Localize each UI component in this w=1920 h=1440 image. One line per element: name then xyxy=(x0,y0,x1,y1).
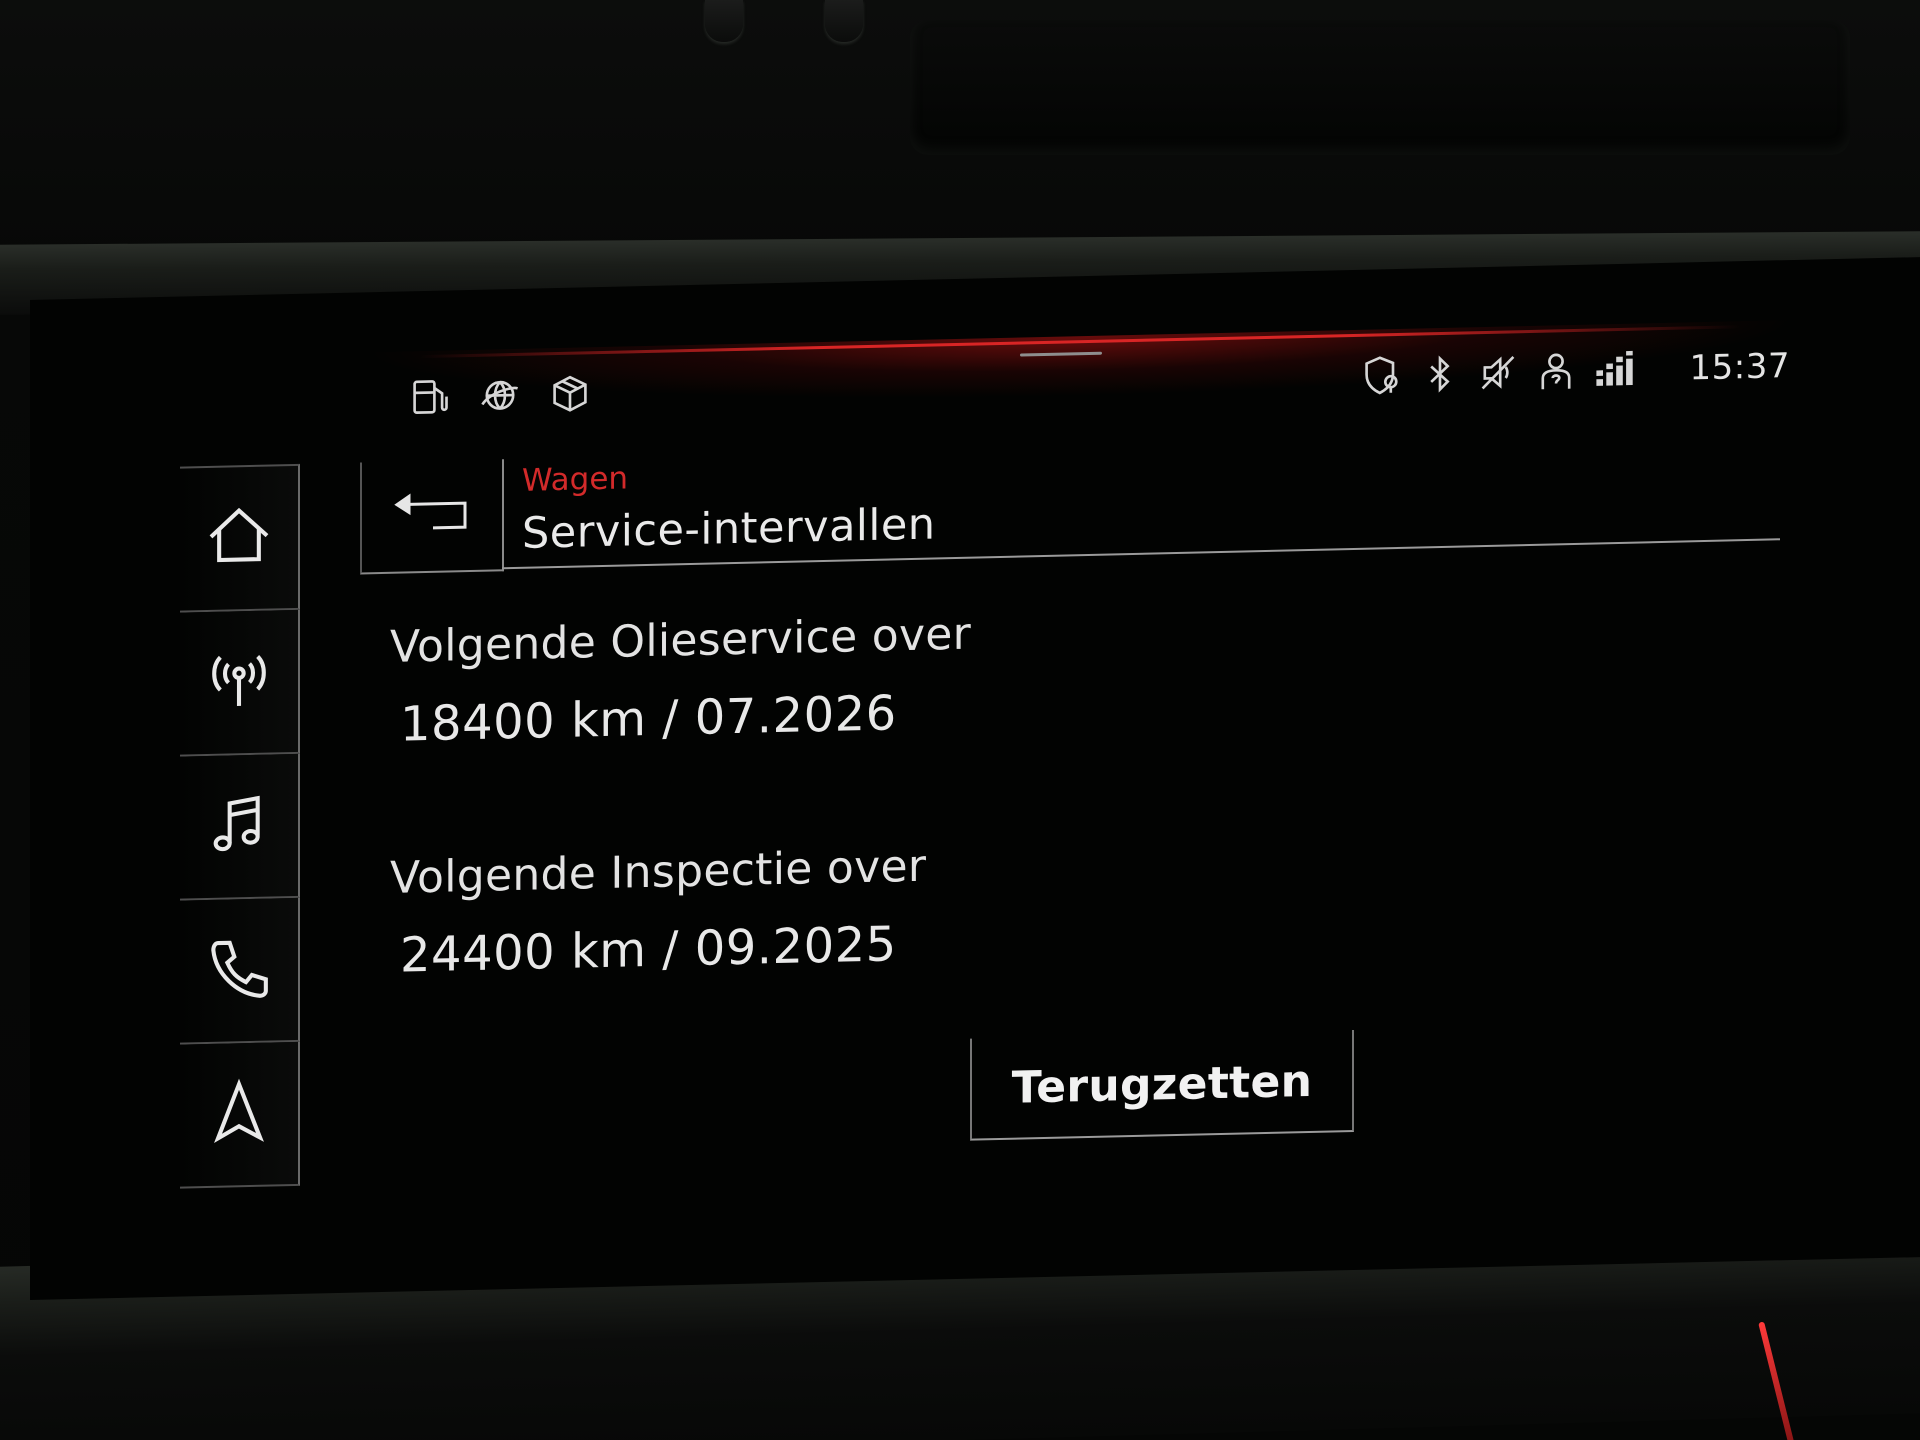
back-arrow-icon xyxy=(389,485,475,547)
inspection-value: 24400 km / 09.2025 xyxy=(400,916,897,984)
car-dashboard-scene: 15:37 Wagen Service-intervallen Volgende… xyxy=(0,0,1920,1440)
clock: 15:37 xyxy=(1689,346,1790,389)
person-help-icon xyxy=(1534,349,1578,394)
oil-service-item: Volgende Olieservice over 18400 km / 07.… xyxy=(390,599,1390,753)
radio-antenna-icon xyxy=(204,644,274,720)
page-header: Wagen Service-intervallen xyxy=(360,430,1780,582)
vent-knob-right xyxy=(825,0,863,42)
music-note-icon xyxy=(204,788,274,864)
side-navigation xyxy=(180,463,300,1189)
muted-speaker-icon xyxy=(1476,350,1520,395)
air-vent xyxy=(910,20,1850,155)
signal-bars-icon xyxy=(1592,348,1636,393)
inspection-item: Volgende Inspectie over 24400 km / 09.20… xyxy=(390,830,1390,984)
nav-radio-button[interactable] xyxy=(180,609,300,757)
reset-button[interactable]: Terugzetten xyxy=(970,1029,1354,1141)
nav-media-button[interactable] xyxy=(180,753,300,901)
shield-location-icon xyxy=(1360,353,1404,398)
inspection-label: Volgende Inspectie over xyxy=(390,840,927,904)
vent-knob-left xyxy=(705,0,743,42)
oil-service-label: Volgende Olieservice over xyxy=(390,608,972,673)
infotainment-screen: 15:37 Wagen Service-intervallen Volgende… xyxy=(30,257,1920,1301)
breadcrumb[interactable]: Wagen xyxy=(522,460,628,498)
bluetooth-icon xyxy=(1418,352,1462,397)
navigation-arrow-icon xyxy=(204,1076,274,1152)
package-icon xyxy=(548,371,592,416)
oil-service-value: 18400 km / 07.2026 xyxy=(400,685,897,753)
fuel-icon xyxy=(408,374,452,419)
page-title: Service-intervallen xyxy=(522,499,936,559)
status-bar[interactable]: 15:37 xyxy=(360,319,1800,423)
service-intervals-list: Volgende Olieservice over 18400 km / 07.… xyxy=(390,599,1390,1084)
connectivity-icon xyxy=(478,373,522,418)
home-icon xyxy=(204,500,274,576)
phone-icon xyxy=(204,932,274,1008)
nav-navigation-button[interactable] xyxy=(180,1041,300,1189)
nav-phone-button[interactable] xyxy=(180,897,300,1045)
nav-home-button[interactable] xyxy=(180,463,300,613)
back-button[interactable] xyxy=(360,459,504,575)
